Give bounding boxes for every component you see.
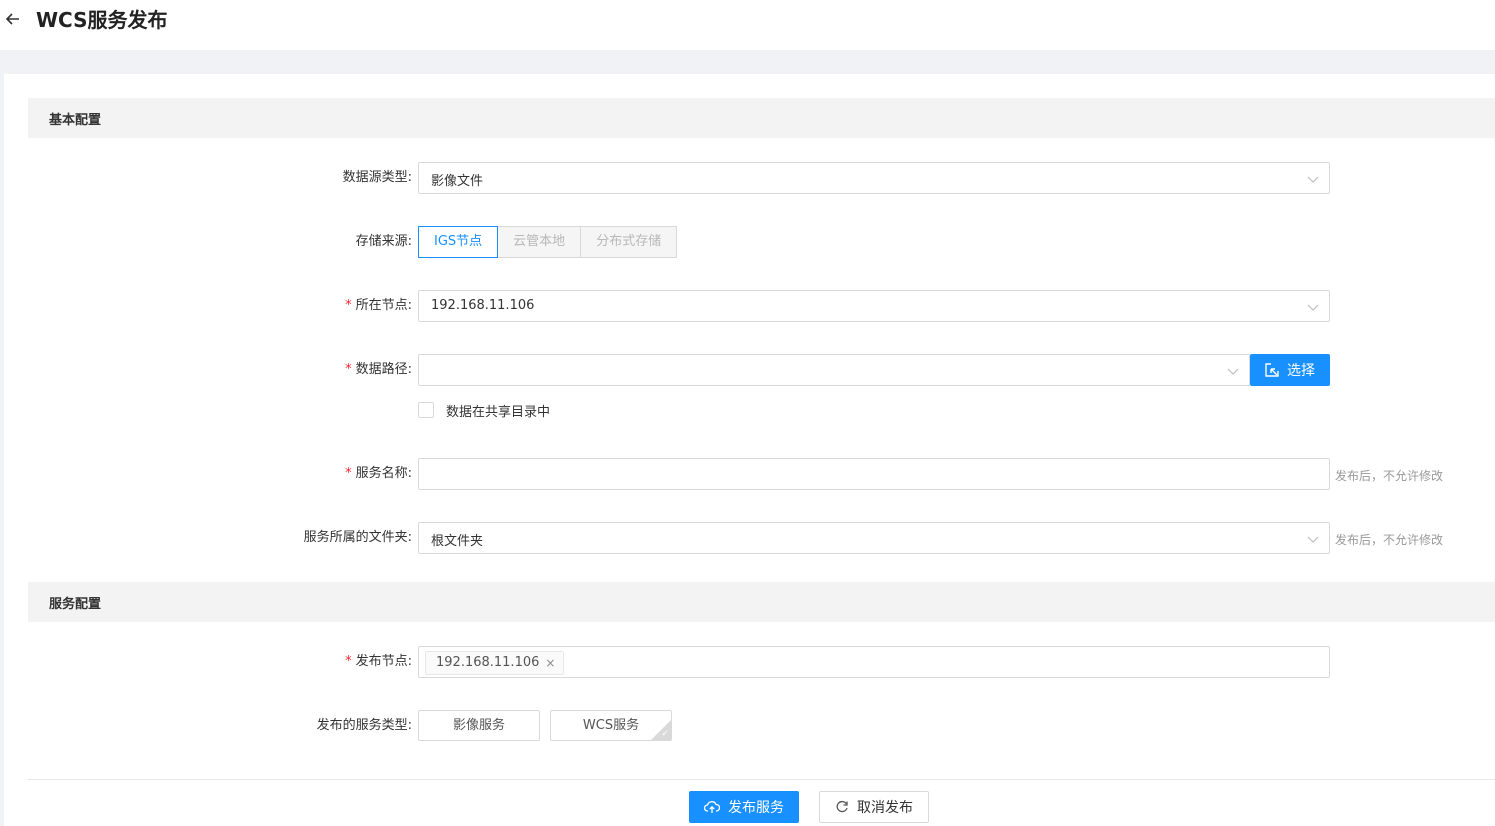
select-path-button[interactable]: 选择 (1250, 354, 1330, 386)
cloud-upload-icon (704, 801, 720, 813)
publish-node-tag: 192.168.11.106 × (425, 651, 565, 675)
publish-node-label: * 发布节点: (345, 654, 412, 669)
check-icon: ✓ (661, 729, 669, 739)
chevron-down-icon (1227, 368, 1239, 375)
node-label: * 所在节点: (345, 298, 412, 313)
shared-dir-checkbox-label: 数据在共享目录中 (446, 405, 551, 420)
storage-source-label: 存储来源: (355, 234, 412, 249)
arrow-left-icon[interactable] (4, 10, 22, 28)
shared-dir-checkbox[interactable] (418, 402, 434, 418)
top-bar: WCS服务发布 (0, 0, 1495, 50)
chevron-down-icon (1307, 176, 1319, 183)
storage-source-radio-group: IGS节点 云管本地 分布式存储 (418, 226, 678, 258)
node-value: 192.168.11.106 (431, 298, 535, 313)
section-title-service: 服务配置 (49, 597, 102, 612)
data-path-label: * 数据路径: (345, 362, 412, 377)
service-type-wcs[interactable]: WCS服务 ✓ (550, 710, 672, 741)
folder-label: 服务所属的文件夹: (303, 530, 412, 545)
section-title-basic: 基本配置 (49, 113, 102, 128)
chevron-down-icon (1307, 304, 1319, 311)
service-type-image[interactable]: 影像服务 (418, 710, 540, 741)
data-path-select[interactable] (418, 354, 1250, 386)
required-mark: * (345, 654, 352, 669)
section-header-service: 服务配置 (28, 582, 1495, 622)
service-name-input[interactable] (418, 458, 1330, 490)
header-divider-band (0, 50, 1495, 74)
undo-icon (836, 800, 848, 813)
publish-service-button[interactable]: 发布服务 (689, 791, 799, 823)
page-title: WCS服务发布 (36, 8, 168, 32)
service-name-hint: 发布后，不允许修改 (1335, 469, 1444, 483)
cancel-publish-button[interactable]: 取消发布 (819, 791, 929, 823)
service-type-wcs-label: WCS服务 (582, 718, 640, 733)
required-mark: * (345, 362, 352, 377)
datasource-type-value: 影像文件 (431, 174, 484, 189)
select-file-icon (1265, 363, 1279, 377)
storage-source-option-distributed[interactable]: 分布式存储 (580, 226, 678, 258)
chevron-down-icon (1307, 536, 1319, 543)
service-types-label: 发布的服务类型: (316, 718, 412, 733)
service-name-label: * 服务名称: (345, 466, 412, 481)
folder-hint: 发布后，不允许修改 (1335, 533, 1444, 547)
node-select[interactable]: 192.168.11.106 (418, 290, 1330, 322)
datasource-type-select[interactable]: 影像文件 (418, 162, 1330, 194)
folder-select[interactable]: 根文件夹 (418, 522, 1330, 554)
storage-source-option-igs[interactable]: IGS节点 (418, 226, 499, 258)
select-path-button-label: 选择 (1287, 363, 1315, 379)
service-type-image-label: 影像服务 (452, 718, 505, 733)
required-mark: * (345, 298, 352, 313)
publish-node-tag-label: 192.168.11.106 (436, 655, 540, 670)
cancel-publish-button-label: 取消发布 (857, 800, 913, 816)
datasource-type-label: 数据源类型: (342, 170, 412, 185)
storage-source-option-cloud-local[interactable]: 云管本地 (497, 226, 582, 258)
section-header-basic: 基本配置 (28, 98, 1495, 138)
required-mark: * (345, 466, 352, 481)
publish-node-multiselect[interactable]: 192.168.11.106 × (418, 646, 1330, 678)
publish-service-button-label: 发布服务 (728, 800, 784, 816)
folder-value: 根文件夹 (431, 534, 484, 549)
left-edge-strip (0, 74, 4, 826)
footer-divider (28, 779, 1495, 780)
close-icon[interactable]: × (545, 652, 555, 674)
